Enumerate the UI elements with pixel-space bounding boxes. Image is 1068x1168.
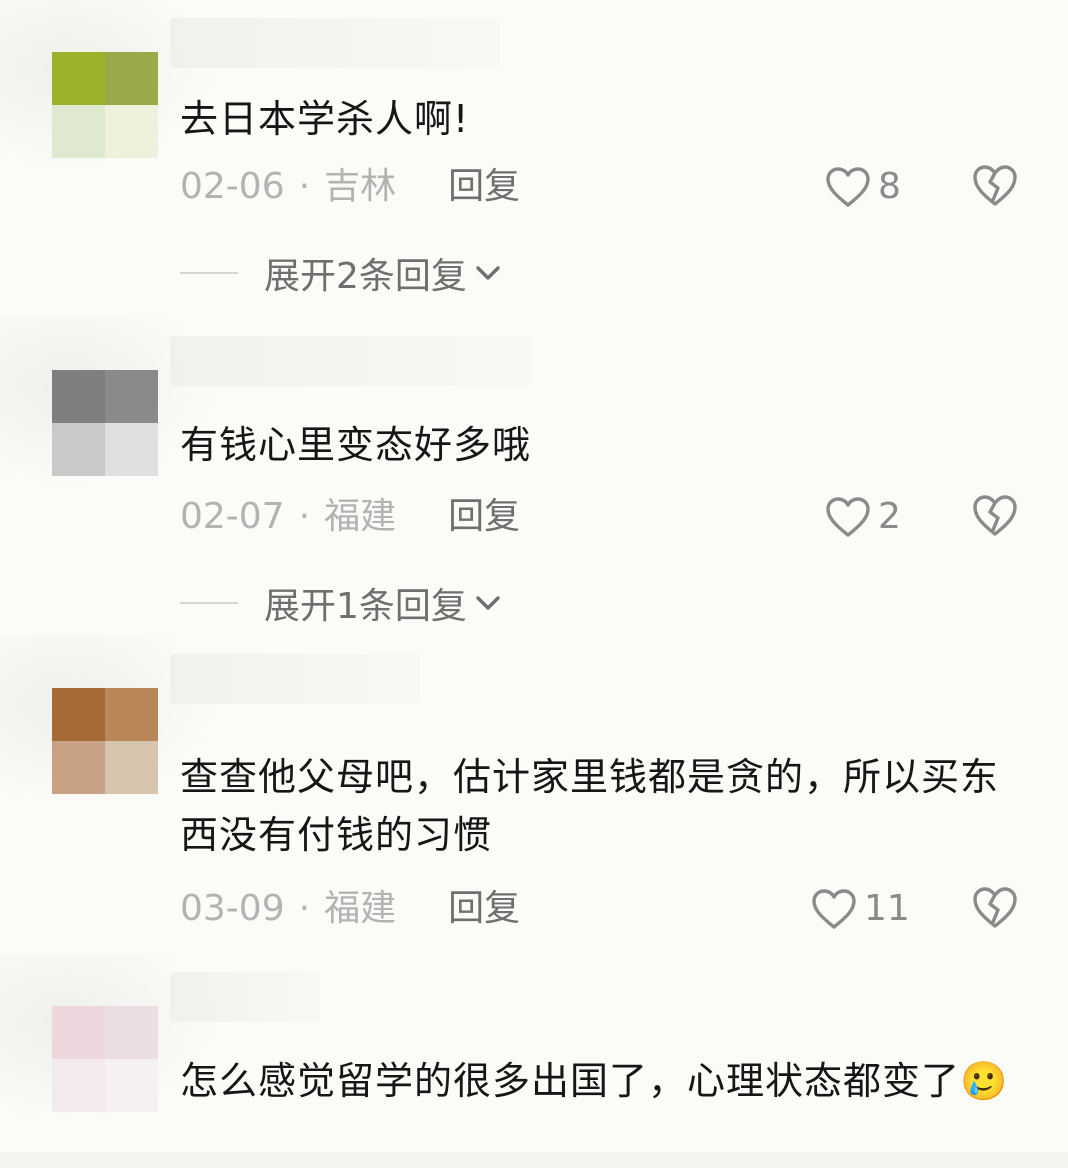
broken-heart-icon [973,887,1017,928]
comment-text: 查查他父母吧，估计家里钱都是贪的，所以买东西没有付钱的习惯 [180,755,1000,857]
comment-item: 有钱心里变态好多哦 02-07 · 福建 回复 2 展开1条回复 [0,318,1068,638]
like-button[interactable]: 11 [810,884,910,934]
expand-replies-label: 展开2条回复 [264,256,467,297]
like-count: 2 [878,496,901,537]
chevron-down-icon [476,266,500,280]
broken-heart-icon [973,495,1017,536]
comment-item: 怎么感觉留学的很多出国了，心理状态都变了🥲 [0,954,1068,1168]
comment-text: 怎么感觉留学的很多出国了，心理状态都变了🥲 [180,1059,1009,1103]
like-button[interactable]: 8 [824,162,901,212]
comment-location: 福建 [324,888,397,929]
chevron-down-icon [476,596,500,610]
meta-separator: · [298,496,311,537]
heart-outline-icon [826,167,870,207]
bottom-edge [0,1152,1068,1168]
expand-replies-button[interactable]: 展开2条回复 [180,248,501,298]
username-blurred [170,972,320,1022]
comment-item: 去日本学杀人啊! 02-06 · 吉林 回复 8 展开2条回复 [0,0,1068,310]
expand-divider [180,602,238,604]
broken-heart-icon [973,165,1017,206]
comment-location: 吉林 [324,166,397,207]
username-blurred [170,654,420,704]
comment-meta: 02-06 · 吉林 回复 [180,162,520,212]
comment-meta: 02-07 · 福建 回复 [180,492,520,542]
expand-replies-label: 展开1条回复 [264,586,467,627]
comment-text: 有钱心里变态好多哦 [180,423,532,467]
comment-date: 02-07 [180,496,285,537]
comment-text: 去日本学杀人啊! [180,97,470,141]
like-count: 11 [864,888,910,929]
username-blurred [170,336,530,386]
heart-outline-icon [812,889,856,929]
like-count: 8 [878,166,901,207]
meta-separator: · [298,166,311,207]
expand-replies-button[interactable]: 展开1条回复 [180,578,501,628]
heart-outline-icon [826,497,870,537]
avatar[interactable] [52,370,158,476]
dislike-button[interactable] [970,162,1022,212]
reply-button[interactable]: 回复 [448,162,520,212]
dislike-button[interactable] [970,492,1022,542]
reply-button[interactable]: 回复 [448,884,520,934]
comment-date: 03-09 [180,888,285,929]
expand-divider [180,272,238,274]
reply-button[interactable]: 回复 [448,492,520,542]
comment-location: 福建 [324,496,397,537]
like-button[interactable]: 2 [824,492,901,542]
meta-separator: · [298,888,311,929]
avatar[interactable] [52,1006,158,1112]
comment-meta: 03-09 · 福建 回复 [180,884,520,934]
comment-date: 02-06 [180,166,285,207]
avatar[interactable] [52,688,158,794]
username-blurred [170,18,500,68]
avatar[interactable] [52,52,158,158]
comment-item: 查查他父母吧，估计家里钱都是贪的，所以买东西没有付钱的习惯 03-09 · 福建… [0,636,1068,956]
dislike-button[interactable] [970,884,1022,934]
